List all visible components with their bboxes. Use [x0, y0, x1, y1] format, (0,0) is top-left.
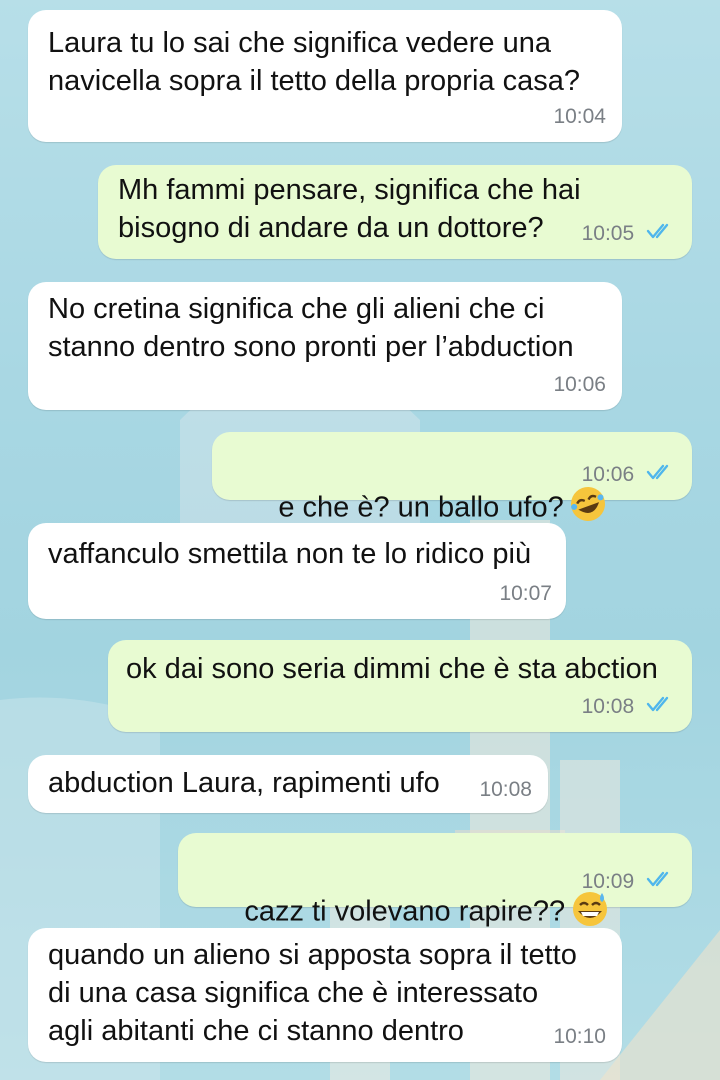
message-time: 10:07: [499, 582, 552, 605]
message-time: 10:04: [553, 105, 606, 128]
read-ticks-icon: [646, 863, 676, 901]
read-ticks-icon: [646, 688, 676, 726]
message-time: 10:09: [581, 869, 635, 893]
message-text: abduction Laura, rapimenti ufo: [48, 767, 440, 799]
message-text: No cretina significa che gli alieni che …: [48, 293, 574, 363]
message-time: 10:06: [581, 462, 635, 486]
message-bubble-outgoing[interactable]: ok dai sono seria dimmi che è sta abctio…: [108, 640, 692, 732]
message-bubble-incoming[interactable]: quando un alieno si apposta sopra il tet…: [28, 928, 622, 1062]
message-bubble-outgoing[interactable]: Mh fammi pensare, significa che hai biso…: [98, 165, 692, 259]
message-text: cazz ti volevano rapire??: [244, 895, 566, 928]
message-meta: 10:08: [582, 688, 676, 726]
message-bubble-outgoing[interactable]: e che è? un ballo ufo? 10:06: [212, 432, 692, 524]
read-ticks-icon: [646, 215, 676, 253]
message-text: e che è? un ballo ufo?: [278, 491, 564, 524]
message-bubble-incoming[interactable]: vaffanculo smettila non te lo ridico più…: [28, 523, 566, 619]
message-bubble-incoming[interactable]: abduction Laura, rapimenti ufo 10:08: [28, 755, 548, 813]
message-meta: 10:09: [582, 863, 676, 901]
message-meta: 10:06: [582, 456, 676, 494]
message-bubble-incoming[interactable]: Laura tu lo sai che significa vedere una…: [28, 10, 622, 142]
message-time: 10:10: [553, 1025, 606, 1048]
message-time: 10:08: [479, 778, 532, 801]
read-ticks-icon: [646, 456, 676, 494]
message-text: Mh fammi pensare, significa che hai biso…: [118, 174, 581, 244]
message-text: quando un alieno si apposta sopra il tet…: [48, 939, 577, 1047]
message-meta: 10:05: [582, 215, 676, 253]
message-time: 10:08: [581, 694, 635, 718]
message-time: 10:05: [581, 221, 635, 245]
chat-thread: Laura tu lo sai che significa vedere una…: [0, 0, 720, 1080]
message-text: vaffanculo smettila non te lo ridico più: [48, 538, 532, 570]
message-time: 10:06: [553, 373, 606, 396]
message-text: Laura tu lo sai che significa vedere una…: [48, 27, 580, 97]
message-bubble-outgoing[interactable]: cazz ti volevano rapire?? 10:09: [178, 833, 692, 928]
message-bubble-incoming[interactable]: No cretina significa che gli alieni che …: [28, 282, 622, 410]
message-text: ok dai sono seria dimmi che è sta abctio…: [126, 653, 658, 685]
